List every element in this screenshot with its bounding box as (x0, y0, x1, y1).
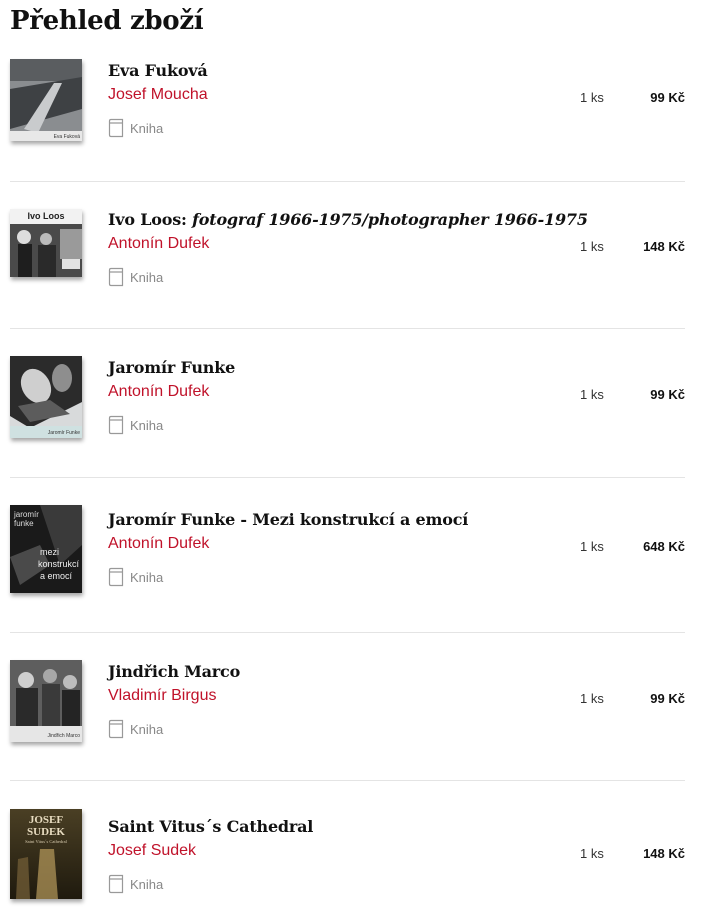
item-title[interactable]: Eva Fuková (108, 61, 208, 80)
item-title[interactable]: Ivo Loos: fotograf 1966-1975/photographe… (108, 210, 588, 229)
list-item: Ivo Loos Ivo Loos: fotograf 1966-1975/ph… (10, 209, 685, 294)
item-type-label: Kniha (130, 876, 164, 892)
book-cover-image[interactable]: Eva Fuková (10, 59, 82, 141)
item-quantity: 1 ks (580, 539, 604, 554)
book-icon (108, 118, 124, 138)
item-price: 148 Kč (643, 846, 685, 861)
divider (10, 780, 685, 781)
book-icon (108, 415, 124, 435)
svg-text:Eva Fuková: Eva Fuková (54, 134, 81, 140)
item-type-label: Kniha (130, 269, 164, 285)
book-icon (108, 267, 124, 287)
item-type: Kniha (108, 118, 163, 138)
list-item: JOSEF SUDEK Saint Vitus´s Cathedral Sain… (10, 809, 685, 901)
item-price: 99 Kč (650, 691, 685, 706)
item-author-link[interactable]: Antonín Dufek (108, 535, 209, 553)
book-cover-image[interactable]: JOSEF SUDEK Saint Vitus´s Cathedral (10, 809, 82, 899)
list-item: jaromír funke mezi konstrukcí a emocí Ja… (10, 505, 685, 594)
divider (10, 328, 685, 329)
item-author-link[interactable]: Antonín Dufek (108, 235, 209, 253)
item-price: 99 Kč (650, 90, 685, 105)
item-type: Kniha (108, 874, 163, 894)
svg-text:JOSEF: JOSEF (29, 814, 64, 826)
book-cover-image[interactable]: Jaromír Funke (10, 356, 82, 438)
svg-text:SUDEK: SUDEK (27, 826, 65, 838)
item-type-label: Kniha (130, 569, 164, 585)
svg-text:konstrukcí: konstrukcí (38, 559, 80, 569)
item-type: Kniha (108, 267, 163, 287)
list-item: Jindřich Marco Jindřich Marco Vladimír B… (10, 660, 685, 746)
item-type: Kniha (108, 415, 163, 435)
item-quantity: 1 ks (580, 90, 604, 105)
page-title: Přehled zboží (10, 6, 204, 36)
book-icon (108, 719, 124, 739)
item-title[interactable]: Jaromír Funke (108, 358, 235, 377)
item-title[interactable]: Saint Vitus´s Cathedral (108, 817, 313, 836)
svg-text:funke: funke (14, 519, 34, 528)
item-type: Kniha (108, 719, 163, 739)
svg-text:jaromír: jaromír (13, 510, 39, 519)
item-quantity: 1 ks (580, 691, 604, 706)
book-icon (108, 567, 124, 587)
svg-text:Jindřich Marco: Jindřich Marco (47, 733, 80, 739)
item-type-label: Kniha (130, 721, 164, 737)
list-item: Eva Fuková Eva Fuková Josef Moucha Kniha… (10, 59, 685, 145)
item-author-link[interactable]: Josef Moucha (108, 86, 208, 104)
item-author-link[interactable]: Vladimír Birgus (108, 687, 216, 705)
item-author-link[interactable]: Antonín Dufek (108, 383, 209, 401)
divider (10, 477, 685, 478)
item-quantity: 1 ks (580, 846, 604, 861)
item-quantity: 1 ks (580, 387, 604, 402)
item-type-label: Kniha (130, 120, 164, 136)
divider (10, 632, 685, 633)
item-author-link[interactable]: Josef Sudek (108, 842, 196, 860)
book-cover-image[interactable]: Jindřich Marco (10, 660, 82, 742)
book-cover-image[interactable]: jaromír funke mezi konstrukcí a emocí (10, 505, 82, 593)
svg-text:Jaromír Funke: Jaromír Funke (48, 430, 80, 436)
book-icon (108, 874, 124, 894)
item-price: 99 Kč (650, 387, 685, 402)
list-item: Jaromír Funke Jaromír Funke Antonín Dufe… (10, 356, 685, 442)
item-price: 648 Kč (643, 539, 685, 554)
divider (10, 181, 685, 182)
item-quantity: 1 ks (580, 239, 604, 254)
book-cover-image[interactable]: Ivo Loos (10, 209, 82, 277)
item-price: 148 Kč (643, 239, 685, 254)
item-type-label: Kniha (130, 417, 164, 433)
svg-text:Ivo Loos: Ivo Loos (27, 211, 64, 221)
svg-text:Saint Vitus´s Cathedral: Saint Vitus´s Cathedral (25, 839, 67, 844)
svg-text:mezi: mezi (40, 547, 59, 557)
item-type: Kniha (108, 567, 163, 587)
svg-text:a emocí: a emocí (40, 571, 73, 581)
item-title[interactable]: Jindřich Marco (108, 662, 240, 681)
item-title[interactable]: Jaromír Funke - Mezi konstrukcí a emocí (108, 510, 468, 529)
